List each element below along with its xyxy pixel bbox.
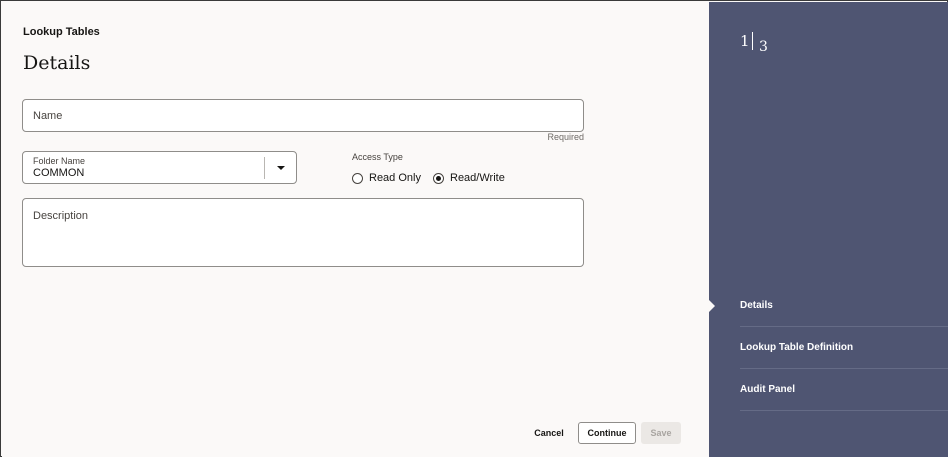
step-separator <box>752 32 753 50</box>
train-panel: 1 3 Details Lookup Table Definition Audi… <box>708 2 948 457</box>
name-field-label: Name <box>33 110 63 122</box>
train-step-lookup-table-definition[interactable]: Lookup Table Definition <box>740 327 948 369</box>
folder-name-label: Folder Name <box>33 156 86 166</box>
page-title: Details <box>23 52 91 74</box>
required-hint: Required <box>547 132 584 142</box>
folder-dropdown-button[interactable] <box>265 152 297 183</box>
window-frame: Lookup Tables Details Name Required Fold… <box>0 0 948 457</box>
radio-read-only-label: Read Only <box>369 172 421 184</box>
continue-button[interactable]: Continue <box>578 422 636 444</box>
radio-read-write-label: Read/Write <box>450 172 505 184</box>
description-field-label: Description <box>33 210 89 222</box>
access-type-label: Access Type <box>352 152 403 162</box>
radio-read-write[interactable]: Read/Write <box>433 172 505 184</box>
folder-name-select[interactable]: Folder Name COMMON <box>22 151 297 184</box>
cancel-button[interactable]: Cancel <box>530 422 568 444</box>
radio-unchecked-icon[interactable] <box>352 172 363 184</box>
current-step-number: 1 <box>740 32 750 50</box>
train-step-details[interactable]: Details <box>740 285 948 327</box>
caret-down-icon <box>277 165 285 170</box>
save-button[interactable]: Save <box>641 422 681 444</box>
active-step-pointer-icon <box>708 299 715 313</box>
main-content: Lookup Tables Details Name Required Fold… <box>2 2 709 457</box>
app-title: Lookup Tables <box>23 26 100 38</box>
folder-name-value: COMMON <box>33 167 85 179</box>
name-field[interactable]: Name <box>22 99 584 132</box>
train-step-audit-panel[interactable]: Audit Panel <box>740 369 948 411</box>
radio-read-only[interactable]: Read Only <box>352 172 421 184</box>
radio-checked-icon[interactable] <box>433 172 444 184</box>
total-steps-number: 3 <box>759 39 768 55</box>
description-field[interactable]: Description <box>22 198 584 267</box>
